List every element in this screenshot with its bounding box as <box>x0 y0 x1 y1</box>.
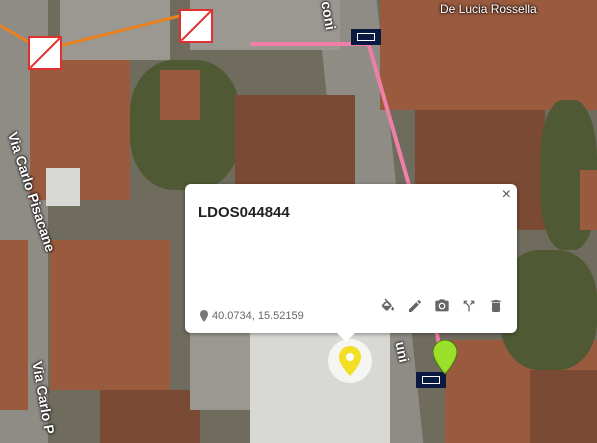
feature-popup: × LDOS044844 40.0734, 15.52159 <box>185 184 517 333</box>
selected-pin[interactable] <box>328 339 372 383</box>
rectangle-marker[interactable] <box>351 29 381 45</box>
green-map-pin-icon[interactable] <box>432 339 458 375</box>
building <box>160 70 200 120</box>
building <box>190 330 250 410</box>
close-button[interactable]: × <box>502 186 511 204</box>
coordinates-text: 40.0734, 15.52159 <box>212 310 304 322</box>
crossed-box-marker[interactable] <box>28 36 62 70</box>
building <box>0 240 28 410</box>
structure <box>46 168 80 206</box>
building <box>100 390 200 443</box>
crossed-box-marker[interactable] <box>179 9 213 43</box>
popup-tail <box>336 332 356 342</box>
fill-color-icon[interactable] <box>379 297 397 315</box>
place-label: De Lucia Rossella <box>440 2 537 16</box>
building <box>235 95 355 190</box>
building <box>30 60 130 200</box>
camera-icon[interactable] <box>433 297 451 315</box>
location-pin-icon <box>200 310 208 322</box>
coordinates: 40.0734, 15.52159 <box>200 310 304 322</box>
popup-title: LDOS044844 <box>198 204 290 221</box>
directions-icon[interactable] <box>460 297 478 315</box>
building <box>50 240 170 390</box>
rectangle-marker[interactable] <box>416 372 446 388</box>
yellow-map-pin-icon <box>339 346 361 376</box>
popup-toolbar <box>379 297 505 315</box>
delete-icon[interactable] <box>487 297 505 315</box>
building <box>380 0 597 110</box>
edit-icon[interactable] <box>406 297 424 315</box>
building <box>580 170 597 230</box>
building <box>530 370 597 443</box>
building-roof-white <box>250 330 390 443</box>
